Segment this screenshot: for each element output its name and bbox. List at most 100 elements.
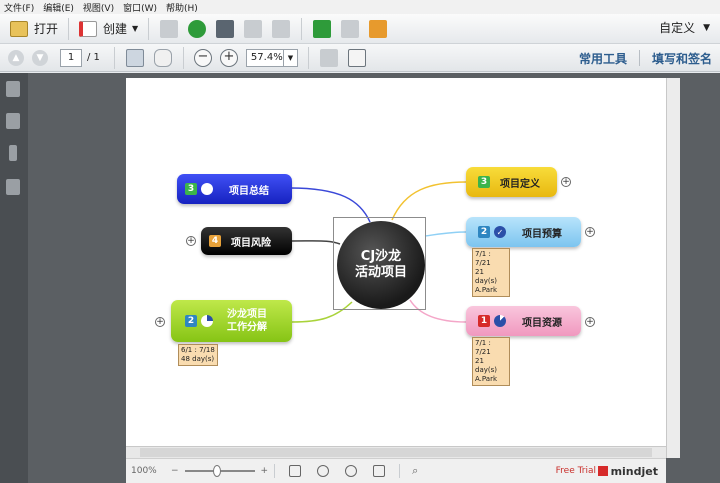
print-icon[interactable]	[216, 20, 234, 38]
progress-icon	[201, 315, 213, 327]
bookmark-icon[interactable]	[6, 113, 20, 129]
chevron-down-icon: ▼	[132, 24, 138, 33]
topic-label-block: 沙龙项目 工作分解	[227, 308, 267, 334]
right-links: 常用工具 填写和签名	[579, 50, 712, 67]
settings-page-icon[interactable]	[341, 20, 359, 38]
previous-page-icon[interactable]: ▲	[8, 50, 24, 66]
center-map-icon[interactable]	[317, 465, 329, 477]
topic-risk[interactable]: 4 项目风险	[201, 227, 292, 255]
expand-icon[interactable]: +	[585, 227, 595, 237]
priority-badge: 2	[185, 315, 197, 327]
customize-label: 自定义	[659, 19, 695, 36]
task-info: 7/1 : 7/21 21 day(s) A.Park	[472, 337, 510, 386]
toolbar-divider	[68, 18, 69, 40]
task-info: 7/1 : 7/21 21 day(s) A.Park	[472, 248, 510, 297]
zoom-in-button[interactable]: +	[220, 49, 238, 67]
customize-button[interactable]: 自定义 ▼	[659, 19, 710, 36]
free-trial-label: Free Trial	[556, 466, 596, 476]
priority-badge: 3	[478, 176, 490, 188]
menu-window[interactable]: 窗口(W)	[123, 1, 157, 14]
chevron-down-icon: ▼	[283, 50, 297, 66]
open-button[interactable]: 打开	[6, 17, 62, 41]
print-preview-icon[interactable]	[373, 465, 385, 477]
toolbar-divider	[148, 18, 149, 40]
zoom-level-select[interactable]: 57.4% ▼	[246, 49, 298, 67]
central-topic-line1: CJ沙龙	[361, 249, 401, 265]
zoom-slider-knob[interactable]	[213, 465, 221, 477]
attachment-icon[interactable]	[9, 145, 17, 161]
fill-sign-link[interactable]: 填写和签名	[652, 50, 712, 67]
next-page-icon[interactable]: ▼	[32, 50, 48, 66]
expand-icon[interactable]: +	[186, 236, 196, 246]
zoom-out-button[interactable]: −	[194, 49, 212, 67]
zoom-minus-icon[interactable]: −	[171, 466, 179, 476]
page-total: / 1	[87, 52, 100, 63]
select-cursor-icon[interactable]	[126, 49, 144, 67]
status-bar: 100% − + ⌕ Free Trial mindjet	[126, 458, 666, 483]
priority-badge: 1	[478, 315, 490, 327]
vertical-scrollbar[interactable]	[666, 78, 680, 458]
task-resource: A.Park	[475, 286, 507, 295]
zoom-percent: 100%	[131, 466, 165, 476]
topic-label: 项目总结	[229, 182, 269, 197]
task-dates: 7/1 : 7/21	[475, 339, 507, 357]
signature-icon[interactable]	[6, 179, 20, 195]
search-icon[interactable]: ⌕	[412, 464, 418, 478]
menu-edit[interactable]: 编辑(E)	[43, 1, 74, 14]
email-icon[interactable]	[272, 20, 290, 38]
central-topic-line2: 活动项目	[355, 265, 407, 281]
scrollbar-thumb[interactable]	[140, 448, 652, 457]
fit-page-icon[interactable]	[348, 49, 366, 67]
edit-icon[interactable]	[244, 20, 262, 38]
priority-badge: 4	[209, 235, 221, 247]
save-icon[interactable]	[160, 20, 178, 38]
create-pdf-icon	[79, 21, 97, 37]
central-topic[interactable]: CJ沙龙 活动项目	[337, 221, 425, 309]
menu-view[interactable]: 视图(V)	[83, 1, 114, 14]
share-icon[interactable]	[369, 20, 387, 38]
expand-icon[interactable]: +	[561, 177, 571, 187]
toolbar-divider	[308, 47, 309, 69]
expand-icon[interactable]: +	[585, 317, 595, 327]
mindjet-logo: mindjet	[598, 465, 658, 478]
status-divider	[399, 464, 400, 478]
task-duration: 21 day(s)	[475, 268, 507, 286]
brand-label: mindjet	[611, 465, 658, 478]
pages-panel-icon[interactable]	[6, 81, 20, 97]
topic-wbs[interactable]: 2 沙龙项目 工作分解	[171, 300, 292, 342]
export-icon[interactable]	[313, 20, 331, 38]
topic-label: 项目资源	[522, 314, 562, 329]
mindjet-logo-icon	[598, 466, 608, 476]
progress-icon	[201, 183, 213, 195]
task-dates: 6/1 : 7/18	[181, 346, 215, 355]
expand-icon[interactable]: +	[155, 317, 165, 327]
horizontal-scrollbar[interactable]	[126, 446, 666, 458]
menu-file[interactable]: 文件(F)	[4, 1, 34, 14]
fit-map-icon[interactable]	[289, 465, 301, 477]
priority-badge: 2	[478, 226, 490, 238]
topic-budget[interactable]: 2 ✓ 项目预算	[466, 217, 581, 247]
zoom-slider[interactable]	[185, 470, 255, 472]
tools-link[interactable]: 常用工具	[579, 50, 627, 67]
topic-summary[interactable]: 3 项目总结	[177, 174, 292, 204]
zoom-value: 57.4%	[251, 52, 283, 63]
upload-cloud-icon[interactable]	[188, 20, 206, 38]
create-button[interactable]: 创建 ▼	[75, 17, 142, 41]
topic-resource[interactable]: 1 项目资源	[466, 306, 581, 336]
focus-topic-icon[interactable]	[345, 465, 357, 477]
open-label: 打开	[34, 20, 58, 37]
scroll-mode-icon[interactable]	[320, 49, 338, 67]
topic-label: 工作分解	[227, 321, 267, 334]
topic-label: 项目预算	[522, 225, 562, 240]
task-dates: 7/1 : 7/21	[475, 250, 507, 268]
folder-icon	[10, 21, 28, 37]
hand-tool-icon[interactable]	[154, 49, 172, 67]
toolbar-divider	[183, 47, 184, 69]
page-number-input[interactable]: 1	[60, 49, 82, 67]
zoom-plus-icon[interactable]: +	[261, 466, 269, 476]
priority-badge: 3	[185, 183, 197, 195]
create-label: 创建	[103, 20, 127, 37]
menu-bar: 文件(F) 编辑(E) 视图(V) 窗口(W) 帮助(H)	[0, 0, 720, 14]
menu-help[interactable]: 帮助(H)	[166, 1, 198, 14]
topic-definition[interactable]: 3 项目定义	[466, 167, 557, 197]
